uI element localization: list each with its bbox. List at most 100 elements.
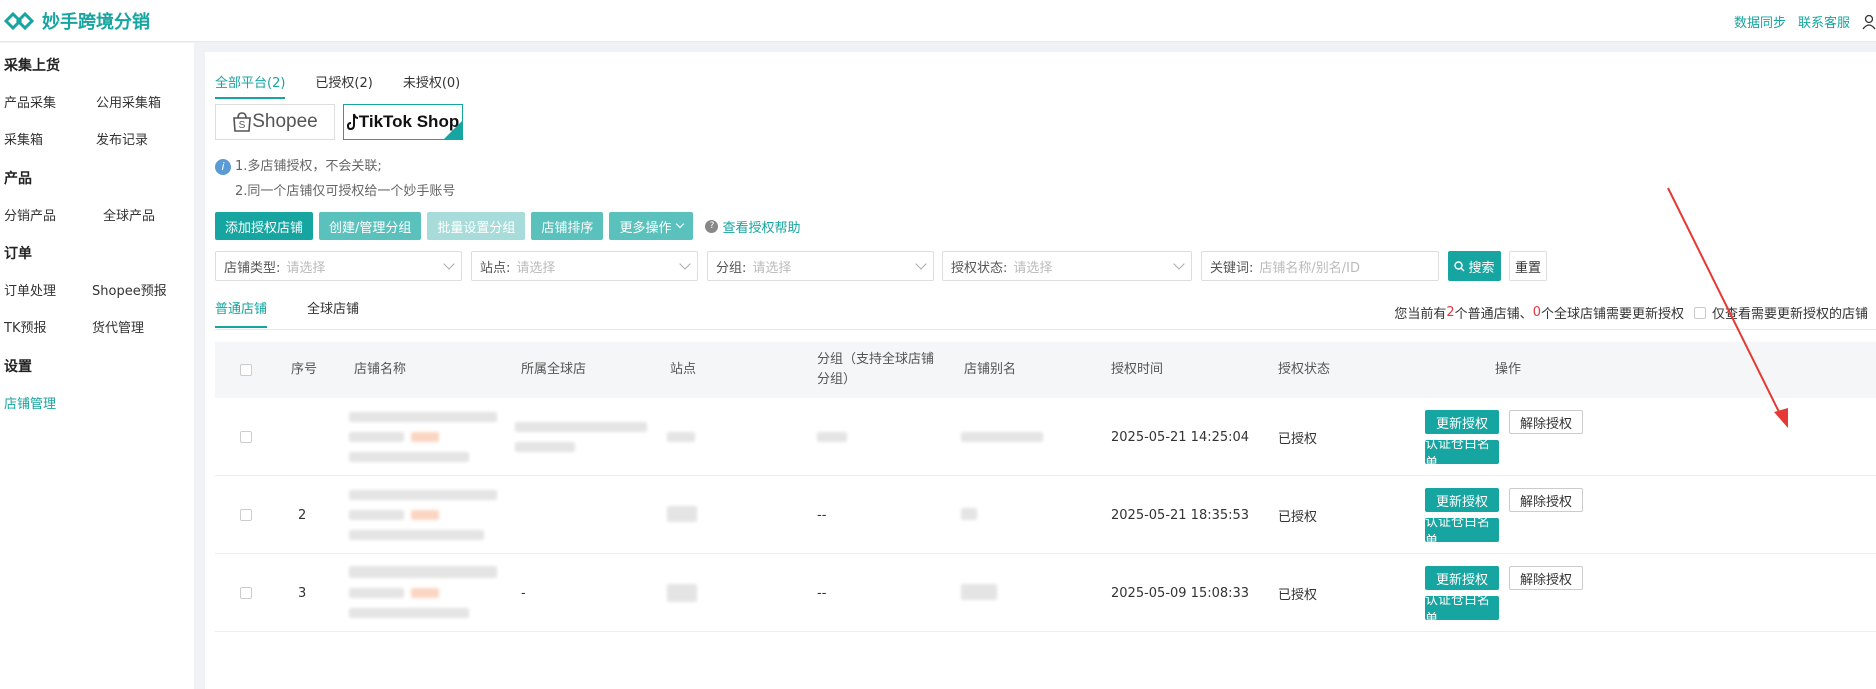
auth-help-link[interactable]: ? 查看授权帮助 xyxy=(705,217,800,236)
table-row: 2 -- 2025-05-21 18:35:53 已授权 更新授权 解除授权 认… xyxy=(215,476,1876,554)
whitelist-button[interactable]: 认证仓白名单 xyxy=(1425,515,1499,549)
row-index: 2 xyxy=(298,507,307,523)
site-value: 请选择 xyxy=(516,260,556,276)
renew-auth-button[interactable]: 更新授权 xyxy=(1425,488,1499,512)
update-notice: 您当前有 2 个普通店铺、 0 个全球店铺需要更新授权 仅查看需要更新授权的店铺 xyxy=(1394,303,1868,322)
shop-name-redacted xyxy=(349,398,509,476)
selected-corner xyxy=(444,121,462,139)
platform-tabs: 全部平台(2) 已授权(2) 未授权(0) xyxy=(215,72,460,99)
sidebar-item-public-box[interactable]: 公用采集箱 xyxy=(96,92,161,111)
notice-mid: 个普通店铺、 xyxy=(1454,307,1533,322)
group-value: -- xyxy=(817,507,827,523)
auth-status: 已授权 xyxy=(1278,587,1318,603)
col-auth-status: 授权状态 xyxy=(1278,362,1331,377)
add-shop-button[interactable]: 添加授权店铺 xyxy=(215,212,314,240)
sidebar-item-global-product[interactable]: 全球产品 xyxy=(103,205,155,224)
row-checkbox[interactable] xyxy=(240,398,252,476)
svg-text:S: S xyxy=(239,120,246,131)
site-redacted xyxy=(667,398,707,476)
sidebar-item-shopee-forecast[interactable]: Shopee预报 xyxy=(92,280,167,299)
site-redacted xyxy=(667,476,707,554)
tab-normal-shops[interactable]: 普通店铺 xyxy=(215,298,268,328)
only-need-update-label: 仅查看需要更新授权的店铺 xyxy=(1711,307,1868,322)
sidebar-item-shop-manage[interactable]: 店铺管理 xyxy=(4,393,56,412)
renew-auth-button[interactable]: 更新授权 xyxy=(1425,410,1499,434)
alias-redacted xyxy=(961,476,1001,554)
sidebar-item-product-collect[interactable]: 产品采集 xyxy=(4,92,56,111)
col-group: 分组（支持全球店铺分组） xyxy=(817,352,935,387)
app-logo[interactable]: 妙手跨境分销 xyxy=(4,8,150,34)
tab-unauthorized[interactable]: 未授权(0) xyxy=(403,72,460,99)
reset-button[interactable]: 重置 xyxy=(1509,251,1547,281)
notice-prefix: 您当前有 xyxy=(1394,307,1447,322)
shop-type-value: 请选择 xyxy=(286,260,326,276)
auth-tips: i 1.多店铺授权，不会关联; 2.同一个店铺仅可授权给一个妙手账号 xyxy=(215,154,455,204)
only-need-update-checkbox[interactable] xyxy=(1693,306,1706,319)
row-index: 3 xyxy=(298,585,307,601)
sidebar-item-tk-forecast[interactable]: TK预报 xyxy=(4,317,46,336)
main-panel: 全部平台(2) 已授权(2) 未授权(0) S Shopee TikTok Sh… xyxy=(205,52,1876,689)
keyword-input[interactable]: 关键词: 店铺名称/别名/ID xyxy=(1201,251,1439,281)
table-header: 序号 店铺名称 所属全球店 站点 分组（支持全球店铺分组） 店铺别名 授权时间 … xyxy=(215,342,1876,398)
whitelist-button[interactable]: 认证仓白名单 xyxy=(1425,437,1499,471)
sidebar-item-dist-product[interactable]: 分销产品 xyxy=(4,205,56,224)
col-auth-time: 授权时间 xyxy=(1111,362,1164,377)
manage-group-button[interactable]: 创建/管理分组 xyxy=(319,212,422,240)
shopee-label: Shopee xyxy=(252,111,318,132)
tab-divider xyxy=(215,329,1876,330)
top-right-links: 数据同步 联系客服 xyxy=(1734,12,1876,31)
global-shop-redacted xyxy=(515,398,655,476)
revoke-auth-button[interactable]: 解除授权 xyxy=(1509,410,1583,434)
group-select[interactable]: 分组: 请选择 xyxy=(707,251,934,281)
sidebar-item-order-process[interactable]: 订单处理 xyxy=(4,280,56,299)
auth-status-select[interactable]: 授权状态: 请选择 xyxy=(942,251,1192,281)
select-all-checkbox[interactable] xyxy=(240,342,252,398)
group-redacted xyxy=(817,398,857,476)
question-icon: ? xyxy=(705,219,719,233)
logo-icon xyxy=(4,11,34,31)
whitelist-button[interactable]: 认证仓白名单 xyxy=(1425,593,1499,627)
batch-group-button[interactable]: 批量设置分组 xyxy=(427,212,526,240)
row-checkbox[interactable] xyxy=(240,554,252,632)
shop-sort-button[interactable]: 店铺排序 xyxy=(531,212,604,240)
revoke-auth-button[interactable]: 解除授权 xyxy=(1509,488,1583,512)
user-icon[interactable] xyxy=(1862,14,1876,30)
sidebar-item-forwarder[interactable]: 货代管理 xyxy=(92,317,144,336)
auth-time: 2025-05-09 15:08:33 xyxy=(1111,585,1250,601)
global-shop: - xyxy=(521,585,526,601)
auth-status: 已授权 xyxy=(1278,509,1318,525)
auth-status-value: 请选择 xyxy=(1013,260,1053,276)
group-label: 分组: xyxy=(716,260,747,276)
sidebar-item-collect-box[interactable]: 采集箱 xyxy=(4,129,43,148)
shop-name-redacted xyxy=(349,554,509,632)
keyword-label: 关键词: xyxy=(1210,260,1254,276)
row-checkbox[interactable] xyxy=(240,476,252,554)
table-row: 2025-05-21 14:25:04 已授权 更新授权 解除授权 认证仓白名单 xyxy=(215,398,1876,476)
search-label: 搜索 xyxy=(1468,260,1495,276)
shop-tabs: 普通店铺 全球店铺 xyxy=(215,298,359,328)
group-value: -- xyxy=(817,585,827,601)
tab-authorized[interactable]: 已授权(2) xyxy=(315,72,372,99)
info-icon: i xyxy=(215,159,231,175)
col-shop-name: 店铺名称 xyxy=(354,362,407,377)
renew-auth-button[interactable]: 更新授权 xyxy=(1425,566,1499,590)
notice-global-count: 0 xyxy=(1532,305,1541,320)
platform-tiktok[interactable]: TikTok Shop xyxy=(343,104,463,140)
shop-type-select[interactable]: 店铺类型: 请选择 xyxy=(215,251,462,281)
support-link[interactable]: 联系客服 xyxy=(1798,12,1850,31)
search-button[interactable]: 搜索 xyxy=(1448,251,1501,281)
more-actions-button[interactable]: 更多操作 xyxy=(609,212,694,240)
top-bar: 妙手跨境分销 数据同步 联系客服 xyxy=(0,0,1876,42)
tab-global-shops[interactable]: 全球店铺 xyxy=(307,298,359,328)
data-sync-link[interactable]: 数据同步 xyxy=(1734,12,1786,31)
revoke-auth-button[interactable]: 解除授权 xyxy=(1509,566,1583,590)
more-actions-label: 更多操作 xyxy=(619,220,672,236)
tab-all-platforms[interactable]: 全部平台(2) xyxy=(215,72,286,99)
platform-shopee[interactable]: S Shopee xyxy=(215,104,335,140)
sidebar-item-publish-log[interactable]: 发布记录 xyxy=(96,129,148,148)
site-select[interactable]: 站点: 请选择 xyxy=(471,251,698,281)
chevron-down-icon xyxy=(676,219,685,229)
chevron-down-icon xyxy=(915,258,927,270)
alias-redacted xyxy=(961,398,1061,476)
search-icon xyxy=(1454,260,1465,271)
